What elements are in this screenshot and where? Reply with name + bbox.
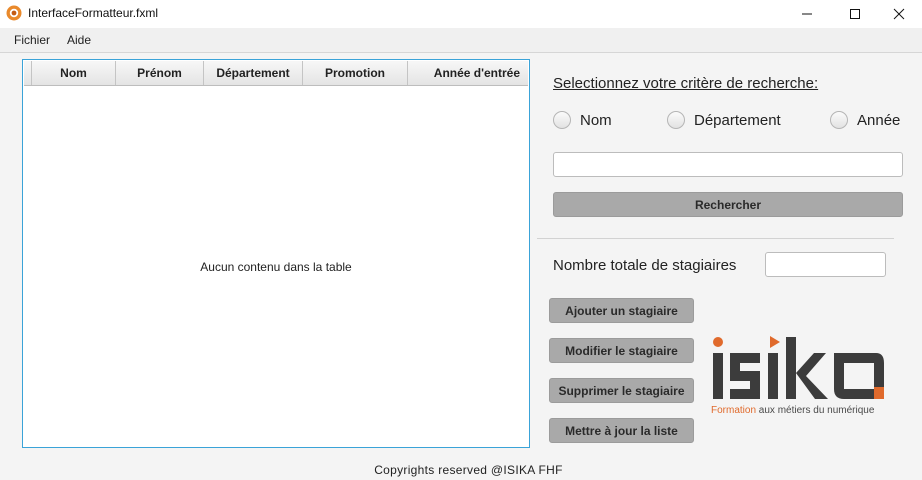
radio-circle-icon[interactable] (830, 111, 848, 129)
maximize-button[interactable] (832, 0, 878, 28)
table-corner (24, 61, 32, 85)
footer-copyright: Copyrights reserved @ISIKA FHF (374, 463, 563, 477)
radio-annee[interactable]: Année (830, 110, 900, 130)
radio-circle-icon[interactable] (553, 111, 571, 129)
radio-departement[interactable]: Département (667, 110, 781, 130)
maximize-icon (850, 9, 860, 19)
section-divider (537, 238, 894, 239)
menu-aide[interactable]: Aide (67, 33, 91, 47)
radio-label-annee: Année (857, 111, 901, 129)
app-icon (6, 5, 22, 21)
refresh-list-button[interactable]: Mettre à jour la liste (549, 418, 694, 443)
logo-tagline-accent: Formation (711, 405, 757, 416)
column-header-nom[interactable]: Nom (32, 61, 116, 85)
column-header-promotion[interactable]: Promotion (303, 61, 408, 85)
column-header-departement[interactable]: Département (204, 61, 303, 85)
stagiaires-table[interactable]: Nom Prénom Département Promotion Année d… (22, 59, 530, 448)
search-criteria-title: Selectionnez votre critère de recherche: (553, 75, 819, 92)
radio-label-nom: Nom (580, 111, 612, 129)
table-empty-placeholder: Aucun contenu dans la table (200, 260, 352, 274)
menu-fichier[interactable]: Fichier (14, 33, 50, 47)
total-stagiaires-field[interactable] (765, 252, 886, 277)
window-title: InterfaceFormatteur.fxml (28, 6, 159, 20)
close-button[interactable] (876, 0, 922, 28)
minimize-button[interactable] (784, 0, 830, 28)
total-stagiaires-label: Nombre totale de stagiaires (553, 257, 737, 274)
delete-stagiaire-button[interactable]: Supprimer le stagiaire (549, 378, 694, 403)
radio-circle-icon[interactable] (667, 111, 685, 129)
menu-bar: Fichier Aide (0, 28, 922, 53)
radio-label-departement: Département (694, 111, 781, 129)
search-button[interactable]: Rechercher (553, 192, 903, 217)
add-stagiaire-button[interactable]: Ajouter un stagiaire (549, 298, 694, 323)
title-bar: InterfaceFormatteur.fxml (0, 0, 922, 28)
close-icon (893, 8, 905, 20)
logo-tagline-rest: aux métiers du numérique (756, 405, 875, 416)
table-header: Nom Prénom Département Promotion Année d… (24, 61, 528, 86)
column-header-prenom[interactable]: Prénom (116, 61, 204, 85)
edit-stagiaire-button[interactable]: Modifier le stagiaire (549, 338, 694, 363)
column-header-annee[interactable]: Année d'entrée (408, 61, 528, 85)
minimize-icon (802, 13, 812, 15)
search-input[interactable] (553, 152, 903, 177)
radio-nom[interactable]: Nom (553, 110, 612, 130)
logo-tagline: Formation aux métiers du numérique (711, 405, 874, 416)
